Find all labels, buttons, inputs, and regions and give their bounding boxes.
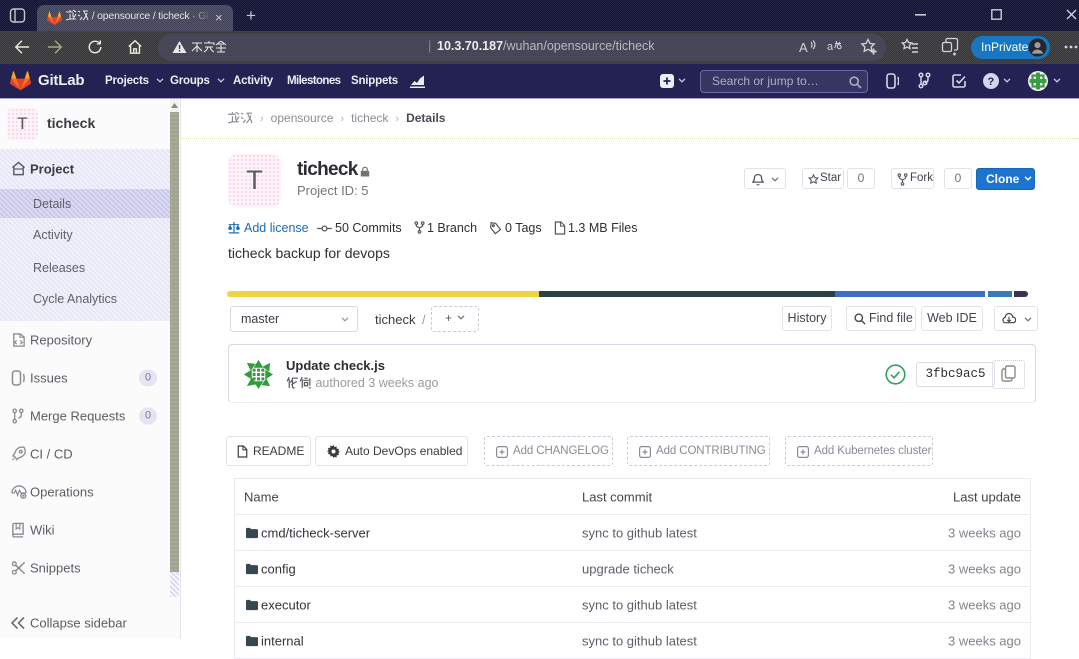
- svg-text:A: A: [799, 40, 808, 55]
- svg-text:?: ?: [988, 76, 995, 88]
